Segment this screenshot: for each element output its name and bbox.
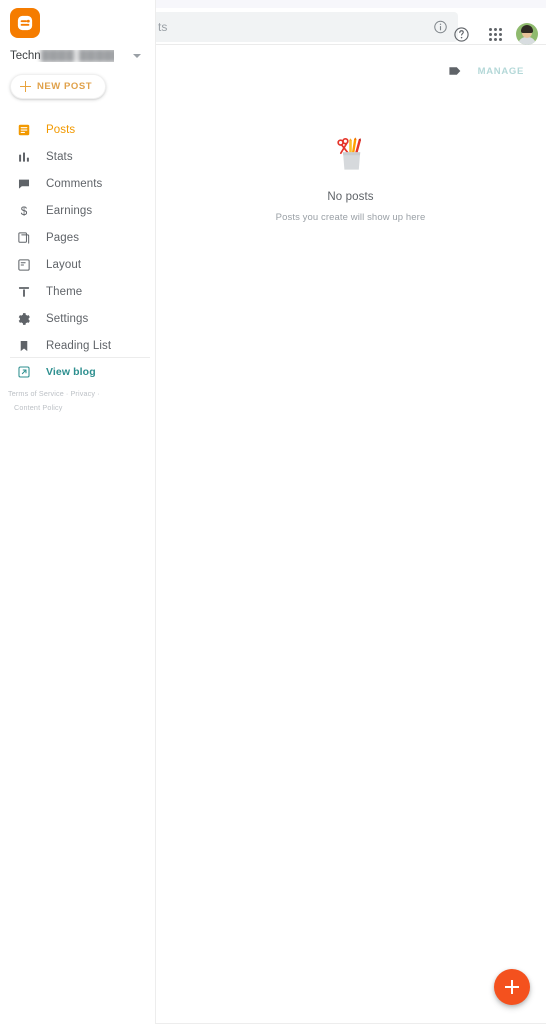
posts-icon bbox=[16, 122, 32, 138]
blog-name-redacted: ████ █████ bbox=[40, 49, 114, 62]
search-field[interactable]: ts bbox=[152, 12, 458, 42]
earnings-icon: $ bbox=[16, 203, 32, 219]
reading-list-icon bbox=[16, 338, 32, 354]
sidebar-divider bbox=[10, 357, 150, 358]
svg-text:$: $ bbox=[21, 205, 28, 218]
comments-icon bbox=[16, 176, 32, 192]
info-icon[interactable] bbox=[433, 20, 448, 35]
logo-container bbox=[10, 8, 40, 38]
sidebar-item-label: Earnings bbox=[46, 204, 93, 217]
sidebar: Techn████ █████ NEW POST Posts Stats Com… bbox=[0, 0, 156, 1024]
help-icon bbox=[453, 26, 469, 42]
blog-name: Techn████ █████ bbox=[10, 50, 114, 62]
search-input-value: ts bbox=[158, 20, 168, 34]
sidebar-item-label: Theme bbox=[46, 285, 83, 298]
manage-toolbar: MANAGE bbox=[447, 63, 524, 79]
sidebar-item-pages[interactable]: Pages bbox=[0, 224, 155, 251]
sidebar-item-label: Comments bbox=[46, 177, 103, 190]
legal-separator: · bbox=[97, 389, 100, 398]
stats-icon bbox=[16, 149, 32, 165]
manage-button[interactable]: MANAGE bbox=[478, 66, 524, 77]
sidebar-item-comments[interactable]: Comments bbox=[0, 170, 155, 197]
avatar-hair bbox=[521, 25, 533, 33]
sidebar-nav: Posts Stats Comments $ Earnings Pages La… bbox=[0, 116, 155, 359]
help-button[interactable] bbox=[448, 21, 474, 47]
google-apps-button[interactable] bbox=[482, 21, 508, 47]
empty-state-title: No posts bbox=[327, 191, 374, 203]
new-post-button[interactable]: NEW POST bbox=[10, 74, 107, 99]
sidebar-item-label: Reading List bbox=[46, 339, 112, 352]
pencil-cup-illustration bbox=[327, 130, 375, 178]
sidebar-item-stats[interactable]: Stats bbox=[0, 143, 155, 170]
new-post-label: NEW POST bbox=[37, 81, 93, 92]
legal-separator: · bbox=[65, 389, 69, 398]
external-link-icon bbox=[16, 364, 32, 380]
terms-of-service-link[interactable]: Terms of Service bbox=[8, 389, 64, 398]
view-blog-label: View blog bbox=[46, 366, 96, 378]
avatar[interactable] bbox=[516, 23, 538, 45]
sidebar-item-theme[interactable]: Theme bbox=[0, 278, 155, 305]
privacy-link[interactable]: Privacy bbox=[70, 389, 95, 398]
blog-selector[interactable]: Techn████ █████ bbox=[0, 44, 155, 68]
blogger-app-window: ts Techn████ █████ NEW POST Posts Stats … bbox=[0, 0, 546, 1024]
apps-grid-icon bbox=[488, 27, 502, 41]
plus-icon bbox=[20, 81, 31, 92]
settings-icon bbox=[16, 311, 32, 327]
sidebar-item-label: Stats bbox=[46, 150, 73, 163]
sidebar-item-label: Settings bbox=[46, 312, 89, 325]
sidebar-item-label: Layout bbox=[46, 258, 82, 271]
layout-icon bbox=[16, 257, 32, 273]
blogger-b-glyph bbox=[17, 15, 33, 31]
view-blog-link[interactable]: View blog bbox=[0, 362, 155, 382]
sidebar-item-posts[interactable]: Posts bbox=[0, 116, 155, 143]
plus-icon bbox=[505, 980, 519, 994]
sidebar-item-settings[interactable]: Settings bbox=[0, 305, 155, 332]
main-content: MANAGE No posts Posts you create will sh… bbox=[155, 45, 546, 1024]
sidebar-item-earnings[interactable]: $ Earnings bbox=[0, 197, 155, 224]
chevron-down-icon bbox=[133, 54, 141, 58]
theme-icon bbox=[16, 284, 32, 300]
avatar-body bbox=[518, 37, 536, 45]
sidebar-item-label: Posts bbox=[46, 123, 76, 136]
sidebar-item-reading-list[interactable]: Reading List bbox=[0, 332, 155, 359]
label-tag-icon[interactable] bbox=[447, 63, 463, 79]
legal-links: Terms of Service · Privacy · Content Policy bbox=[8, 387, 148, 415]
sidebar-item-layout[interactable]: Layout bbox=[0, 251, 155, 278]
sidebar-item-label: Pages bbox=[46, 231, 80, 244]
new-post-fab[interactable] bbox=[494, 969, 530, 1005]
blogger-logo-icon[interactable] bbox=[10, 8, 40, 38]
pages-icon bbox=[16, 230, 32, 246]
content-policy-link[interactable]: Content Policy bbox=[14, 403, 62, 412]
empty-state: No posts Posts you create will show up h… bbox=[155, 130, 546, 223]
empty-state-subtitle: Posts you create will show up here bbox=[275, 212, 426, 223]
